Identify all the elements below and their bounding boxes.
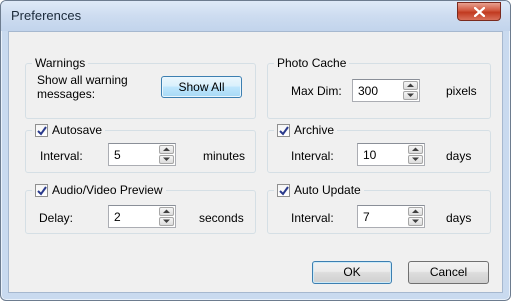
archive-interval-spinner[interactable]: 10 bbox=[357, 143, 425, 166]
autosave-unit: minutes bbox=[203, 149, 246, 163]
av-delay-value[interactable]: 2 bbox=[114, 210, 121, 224]
close-icon bbox=[474, 7, 485, 17]
max-dim-value[interactable]: 300 bbox=[358, 84, 378, 98]
auto-update-interval-spinner[interactable]: 7 bbox=[357, 205, 425, 228]
archive-checkbox[interactable] bbox=[277, 124, 290, 137]
autosave-down-button[interactable] bbox=[159, 155, 174, 164]
max-dim-spinner[interactable]: 300 bbox=[352, 79, 420, 102]
arrow-up-icon bbox=[407, 83, 414, 87]
av-preview-checkbox[interactable] bbox=[35, 184, 48, 197]
archive-interval-value[interactable]: 10 bbox=[363, 148, 376, 162]
cancel-button[interactable]: Cancel bbox=[408, 261, 489, 284]
arrow-down-icon bbox=[407, 93, 414, 97]
auto-update-up-button[interactable] bbox=[408, 207, 423, 216]
autosave-title[interactable]: Autosave bbox=[52, 123, 102, 138]
auto-update-group: Auto Update Interval: 7 days bbox=[267, 183, 491, 234]
checkmark-icon bbox=[37, 126, 47, 136]
autosave-interval-label: Interval: bbox=[40, 149, 83, 163]
av-delay-label: Delay: bbox=[39, 211, 74, 225]
autosave-up-button[interactable] bbox=[159, 145, 174, 154]
checkmark-icon bbox=[37, 186, 47, 196]
warnings-title: Warnings bbox=[35, 56, 86, 70]
av-delay-spinner[interactable]: 2 bbox=[108, 205, 176, 228]
archive-group: Archive Interval: 10 days bbox=[267, 123, 491, 173]
arrow-down-icon bbox=[163, 157, 170, 161]
photo-cache-title: Photo Cache bbox=[277, 56, 347, 70]
title-bar[interactable]: Preferences bbox=[1, 1, 510, 31]
arrow-up-icon bbox=[163, 209, 170, 213]
archive-up-button[interactable] bbox=[408, 145, 423, 154]
av-preview-title[interactable]: Audio/Video Preview bbox=[52, 183, 163, 198]
autosave-group: Autosave Interval: 5 minutes bbox=[25, 123, 256, 173]
autosave-interval-value[interactable]: 5 bbox=[114, 148, 121, 162]
archive-interval-label: Interval: bbox=[291, 149, 334, 163]
max-dim-down-button[interactable] bbox=[403, 91, 418, 100]
checkmark-icon bbox=[279, 186, 289, 196]
photo-cache-group: Photo Cache Max Dim: 300 pixels bbox=[267, 56, 491, 119]
max-dim-unit: pixels bbox=[446, 84, 477, 98]
max-dim-label: Max Dim: bbox=[291, 84, 342, 98]
arrow-up-icon bbox=[412, 147, 419, 151]
auto-update-checkbox[interactable] bbox=[277, 184, 290, 197]
av-delay-up-button[interactable] bbox=[159, 207, 174, 216]
auto-update-title[interactable]: Auto Update bbox=[294, 183, 361, 198]
auto-update-interval-label: Interval: bbox=[291, 211, 334, 225]
warnings-text-line1: Show all warning bbox=[37, 73, 128, 87]
archive-unit: days bbox=[446, 149, 472, 163]
auto-update-interval-value[interactable]: 7 bbox=[363, 210, 370, 224]
arrow-down-icon bbox=[412, 219, 419, 223]
window-title: Preferences bbox=[11, 8, 82, 23]
archive-title[interactable]: Archive bbox=[294, 123, 334, 138]
dialog-body: Warnings Show all warning messages: Show… bbox=[8, 31, 503, 293]
av-preview-group: Audio/Video Preview Delay: 2 seconds bbox=[25, 183, 256, 234]
arrow-up-icon bbox=[163, 147, 170, 151]
autosave-checkbox[interactable] bbox=[35, 124, 48, 137]
arrow-down-icon bbox=[412, 157, 419, 161]
auto-update-unit: days bbox=[446, 211, 472, 225]
warnings-group: Warnings Show all warning messages: Show… bbox=[25, 56, 256, 119]
show-all-button[interactable]: Show All bbox=[161, 76, 242, 98]
av-delay-unit: seconds bbox=[199, 211, 244, 225]
checkmark-icon bbox=[279, 126, 289, 136]
arrow-down-icon bbox=[163, 219, 170, 223]
archive-down-button[interactable] bbox=[408, 155, 423, 164]
max-dim-up-button[interactable] bbox=[403, 81, 418, 90]
autosave-interval-spinner[interactable]: 5 bbox=[108, 143, 176, 166]
arrow-up-icon bbox=[412, 209, 419, 213]
ok-button[interactable]: OK bbox=[312, 261, 392, 284]
preferences-dialog: Preferences Warnings Show all warning me… bbox=[0, 0, 511, 301]
av-delay-down-button[interactable] bbox=[159, 217, 174, 226]
warnings-text-line2: messages: bbox=[37, 87, 96, 101]
close-button[interactable] bbox=[457, 2, 501, 21]
auto-update-down-button[interactable] bbox=[408, 217, 423, 226]
